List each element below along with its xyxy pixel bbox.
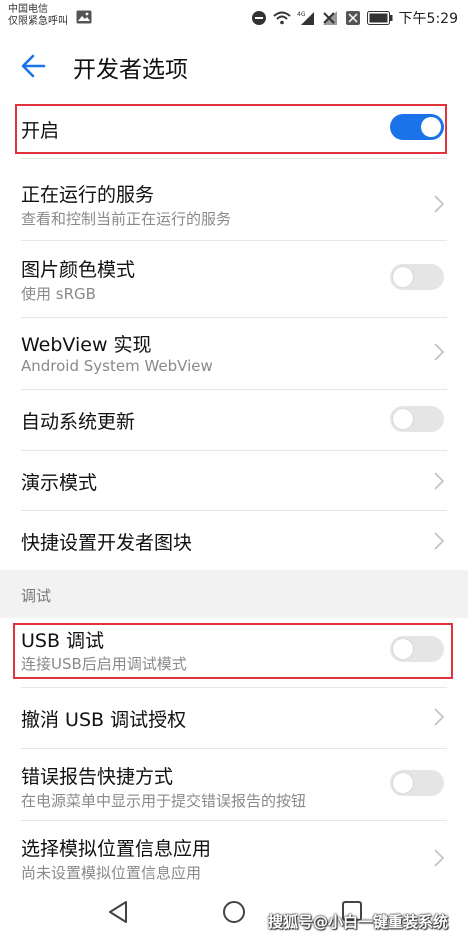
section-header-debugging: 调试 [0, 570, 468, 618]
image-notification-icon [76, 10, 92, 24]
divider [21, 240, 447, 241]
home-nav-icon[interactable] [222, 900, 246, 924]
highlight-box [13, 623, 453, 679]
mock-location-app-row[interactable]: 选择模拟位置信息应用 尚未设置模拟位置信息应用 [0, 824, 468, 884]
row-title: 自动系统更新 [21, 411, 136, 433]
row-title: 正在运行的服务 [21, 184, 155, 206]
no-signal-icon [322, 11, 337, 25]
watermark: 搜狐号@小白一键重装系统 [268, 913, 449, 931]
section-title: 调试 [21, 587, 52, 605]
revoke-usb-debugging-row[interactable]: 撤消 USB 调试授权 [0, 688, 468, 746]
chevron-right-icon [434, 343, 444, 361]
status-icons: 4G 下午5:29 [251, 8, 458, 28]
battery-icon [366, 11, 393, 25]
carrier-info: 中国电信 仅限紧急呼叫 [8, 4, 68, 28]
mute-icon [345, 11, 360, 25]
row-subtitle: Android System WebView [21, 357, 213, 375]
picture-color-mode-row[interactable]: 图片颜色模式 使用 sRGB [0, 245, 468, 317]
row-subtitle: 使用 sRGB [21, 285, 96, 303]
bug-report-shortcut-row[interactable]: 错误报告快捷方式 在电源菜单中显示用于提交错误报告的按钮 [0, 750, 468, 816]
status-bar: 中国电信 仅限紧急呼叫 4G 下午5:29 [0, 0, 468, 36]
row-subtitle: 查看和控制当前正在运行的服务 [21, 210, 232, 228]
chevron-right-icon [434, 532, 444, 550]
signal-icon: 4G [297, 11, 314, 25]
chevron-right-icon [434, 195, 444, 213]
webview-implementation-row[interactable]: WebView 实现 Android System WebView [0, 318, 468, 388]
row-title: WebView 实现 [21, 334, 152, 356]
app-bar: 开发者选项 [0, 36, 468, 96]
carrier-name: 中国电信 [8, 4, 48, 15]
row-subtitle: 尚未设置模拟位置信息应用 [21, 864, 202, 882]
row-title: 演示模式 [21, 472, 98, 494]
highlight-box [15, 104, 447, 154]
demo-mode-row[interactable]: 演示模式 [0, 451, 468, 509]
running-services-row[interactable]: 正在运行的服务 查看和控制当前正在运行的服务 [0, 170, 468, 240]
toggle-knob [393, 773, 413, 793]
quick-settings-developer-tiles-row[interactable]: 快捷设置开发者图块 [0, 511, 468, 569]
network-type-label: 4G [297, 11, 306, 18]
clock: 下午5:29 [398, 11, 458, 27]
toggle-knob [393, 267, 413, 287]
wifi-icon [272, 11, 291, 25]
auto-system-update-row[interactable]: 自动系统更新 [0, 390, 468, 448]
toggle-knob [393, 409, 413, 429]
divider [21, 748, 447, 749]
row-title: 撤消 USB 调试授权 [21, 709, 187, 731]
row-title: 图片颜色模式 [21, 259, 136, 281]
do-not-disturb-icon [251, 11, 266, 25]
row-subtitle: 在电源菜单中显示用于提交错误报告的按钮 [21, 792, 307, 810]
row-title: 错误报告快捷方式 [21, 766, 174, 788]
carrier-status: 仅限紧急呼叫 [8, 16, 68, 27]
divider [21, 158, 447, 159]
divider [21, 820, 447, 821]
row-title: 快捷设置开发者图块 [21, 532, 193, 554]
chevron-right-icon [434, 708, 444, 726]
picture-color-mode-toggle[interactable] [390, 264, 444, 290]
auto-system-update-toggle[interactable] [390, 406, 444, 432]
chevron-right-icon [434, 849, 444, 867]
navigation-bar: 搜狐号@小白一键重装系统 [0, 884, 468, 938]
chevron-right-icon [434, 472, 444, 490]
back-arrow-icon[interactable] [18, 50, 52, 82]
bug-report-shortcut-toggle[interactable] [390, 770, 444, 796]
row-title: 选择模拟位置信息应用 [21, 838, 212, 860]
back-nav-icon[interactable] [107, 900, 129, 924]
page-title: 开发者选项 [73, 57, 188, 83]
